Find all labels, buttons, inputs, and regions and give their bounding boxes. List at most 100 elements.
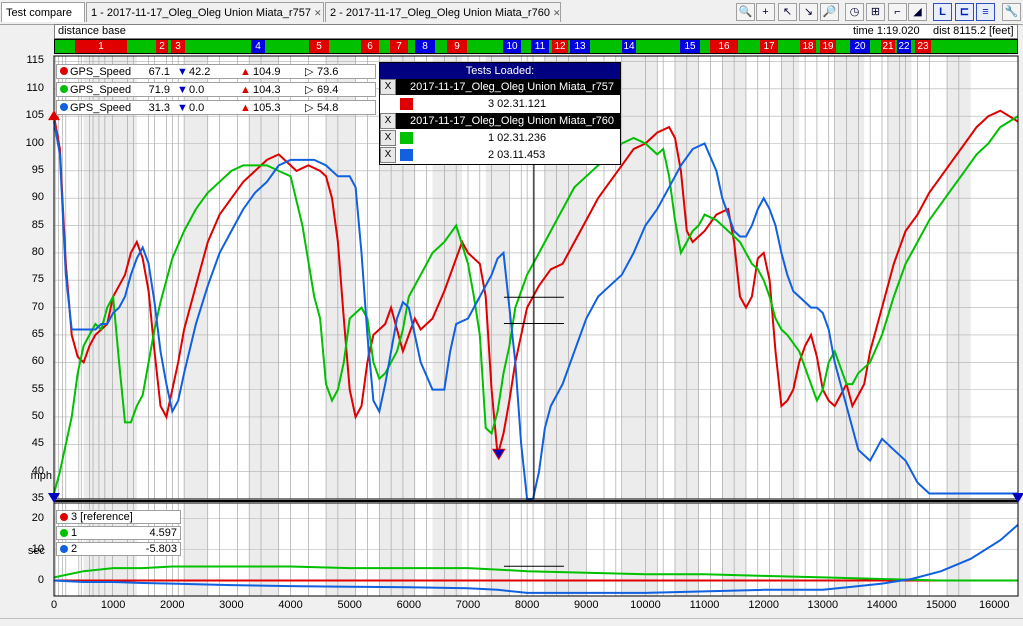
lap-name: 1 — [71, 527, 78, 539]
series-dot-icon — [60, 85, 68, 93]
max-marker-icon: ▲ — [240, 84, 251, 96]
series-min-value: 42.2 — [189, 66, 211, 78]
series-avg-value: 73.6 — [317, 66, 339, 78]
max-marker-icon: ▲ — [240, 102, 251, 114]
lap-label: 2 03.11.453 — [488, 149, 546, 161]
x-tick-label: 15000 — [925, 599, 957, 611]
y-tick-label: 50 — [31, 409, 44, 422]
series-name: GPS_Speed — [70, 66, 132, 78]
lap-row[interactable]: X 1 02.31.236 — [380, 130, 620, 146]
series-name: GPS_Speed — [70, 84, 132, 96]
y-tick-label: 90 — [31, 191, 44, 204]
corner-zone-band — [184, 56, 208, 499]
series-name: GPS_Speed — [70, 102, 132, 114]
y-tick-label: 70 — [31, 300, 44, 313]
corner-zone-band — [834, 56, 865, 499]
y-tick-label: 115 — [26, 54, 44, 67]
y-tick-label: 85 — [31, 218, 44, 231]
series-current-value: 71.9 — [148, 84, 170, 96]
time-diff-legend-row[interactable]: 1 4.597 — [56, 526, 181, 540]
y-tick-label: 80 — [31, 245, 44, 258]
x-tick-label: 10000 — [630, 599, 661, 611]
x-tick-label: 2000 — [160, 599, 185, 611]
x-tick-label: 7000 — [455, 599, 481, 611]
series-dot-icon — [60, 67, 68, 75]
y-tick-label: 100 — [25, 136, 44, 149]
lap-color-swatch — [400, 149, 413, 161]
y-tick-label: 65 — [31, 327, 44, 340]
series-dot-icon — [60, 513, 68, 521]
time-diff-legend-row[interactable]: 2 -5.803 — [56, 542, 181, 556]
lap-row[interactable]: X 2 03.11.453 — [380, 147, 620, 163]
x-tick-label: 3000 — [219, 599, 244, 611]
series-current-value: 67.1 — [148, 66, 170, 78]
x-tick-label: 14000 — [866, 599, 898, 611]
y-tick-label: 35 — [31, 492, 44, 504]
y-tick-label: 110 — [26, 81, 44, 94]
corner-zone-band — [781, 56, 800, 499]
lap-label: 1 02.31.236 — [488, 132, 547, 144]
tests-loaded-panel: Tests Loaded: X 2017-11-17_Oleg_Oleg Uni… — [379, 62, 621, 165]
series-avg-value: 69.4 — [317, 84, 339, 96]
x-tick-label: 0 — [50, 599, 58, 611]
y-axis-unit: mph — [30, 470, 52, 482]
y-tick-label: 20 — [31, 511, 44, 524]
x-tick-label: 13000 — [807, 599, 839, 611]
y-tick-label: 95 — [31, 163, 44, 176]
x-tick-label: 8000 — [514, 599, 540, 611]
session-name: 2017-11-17_Oleg_Oleg Union Miata_r757 — [410, 81, 615, 93]
series-max-value: 105.3 — [253, 102, 281, 114]
corner-zone-band — [83, 56, 137, 499]
corner-zone-band — [621, 56, 658, 499]
series-current-value: 31.3 — [148, 102, 170, 114]
remove-session-button[interactable]: X — [380, 79, 396, 95]
y-tick-label: 55 — [31, 382, 44, 395]
tests-loaded-title: Tests Loaded: — [380, 63, 620, 79]
time-diff-value: 4.597 — [149, 527, 177, 539]
y-axis-unit-bottom: sec — [27, 545, 45, 557]
x-tick-label: 12000 — [748, 599, 779, 611]
series-dot-icon — [60, 103, 68, 111]
lap-label: 3 02.31.121 — [488, 98, 547, 110]
legend-row[interactable]: GPS_Speed 67.1 ▼ 42.2 ▲ 104.9 ▷ 73.6 — [56, 64, 376, 79]
x-tick-label: 9000 — [574, 599, 599, 611]
y-tick-label: 75 — [31, 273, 44, 286]
avg-marker-icon: ▷ — [305, 66, 314, 78]
series-dot-icon — [60, 545, 68, 553]
lap-row[interactable]: 3 02.31.121 — [380, 96, 620, 112]
y-tick-label: 105 — [25, 109, 44, 122]
series-min-value: 0.0 — [189, 102, 205, 114]
series-max-value: 104.9 — [253, 66, 281, 78]
remove-lap-button[interactable]: X — [380, 130, 396, 146]
session-name: 2017-11-17_Oleg_Oleg Union Miata_r760 — [410, 115, 615, 127]
lap-name: 2 — [71, 543, 78, 555]
lap-color-swatch — [400, 132, 413, 144]
corner-zone-band — [249, 56, 279, 499]
legend-row[interactable]: GPS_Speed 71.9 ▼ 0.0 ▲ 104.3 ▷ 69.4 — [56, 82, 376, 97]
lap-color-swatch — [400, 98, 413, 110]
min-marker-icon: ▼ — [177, 84, 188, 96]
lap-name: 3 [reference] — [71, 511, 133, 523]
remove-session-button[interactable]: X — [380, 113, 396, 129]
x-tick-label: 4000 — [278, 599, 303, 611]
series-avg-value: 54.8 — [317, 102, 339, 114]
avg-marker-icon: ▷ — [305, 84, 314, 96]
legend-row[interactable]: GPS_Speed 31.3 ▼ 0.0 ▲ 105.3 ▷ 54.8 — [56, 100, 376, 115]
max-marker-icon: ▲ — [240, 66, 251, 78]
session-row[interactable]: X 2017-11-17_Oleg_Oleg Union Miata_r757 — [380, 79, 620, 95]
x-tick-label: 6000 — [396, 599, 422, 611]
remove-lap-button[interactable]: X — [380, 147, 396, 163]
min-marker-icon: ▼ — [177, 102, 188, 114]
series-min-value: 0.0 — [189, 84, 205, 96]
x-tick-label: 11000 — [689, 599, 720, 611]
min-marker-icon: ▼ — [177, 66, 188, 78]
y-tick-label: 45 — [31, 437, 44, 450]
y-tick-label: 0 — [37, 573, 44, 586]
x-tick-label: 16000 — [978, 599, 1010, 611]
y-tick-label: 60 — [31, 355, 44, 368]
series-max-value: 104.3 — [253, 84, 281, 96]
session-row[interactable]: X 2017-11-17_Oleg_Oleg Union Miata_r760 — [380, 113, 620, 129]
avg-marker-icon: ▷ — [305, 102, 314, 114]
series-dot-icon — [60, 529, 68, 537]
time-diff-legend-row[interactable]: 3 [reference] — [56, 510, 181, 524]
